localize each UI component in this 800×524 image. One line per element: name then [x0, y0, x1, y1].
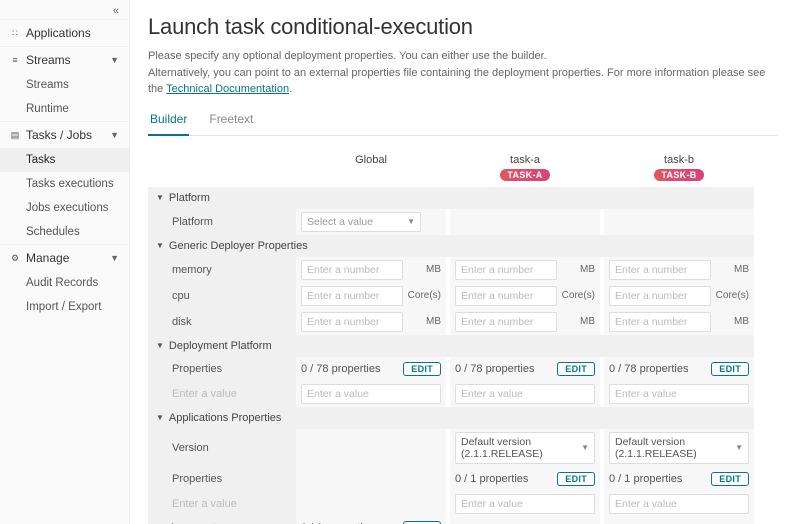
chevron-down-icon: ▼ — [110, 55, 119, 65]
label-placeholder: Enter a value — [148, 491, 296, 517]
section-platform[interactable]: ▼Platform — [148, 187, 754, 209]
disk-b-input[interactable] — [609, 312, 711, 332]
disk-a-input[interactable] — [455, 312, 557, 332]
chip-task-a: TASK-A — [500, 169, 549, 181]
cpu-global-input[interactable] — [301, 286, 403, 306]
tasks-icon: ▤ — [10, 130, 20, 140]
label-properties: Properties — [148, 357, 296, 381]
tab-builder[interactable]: Builder — [148, 108, 189, 136]
label-properties: Properties — [148, 467, 296, 491]
sidebar-label: Manage — [26, 251, 69, 265]
sidebar-item-audit[interactable]: Audit Records — [0, 271, 129, 295]
edit-button[interactable]: EDIT — [557, 362, 595, 376]
sidebar-item-schedules[interactable]: Schedules — [0, 220, 129, 244]
cpu-b-input[interactable] — [609, 286, 711, 306]
chevron-down-icon: ▼ — [110, 130, 119, 140]
chevron-down-icon: ▼ — [735, 443, 743, 452]
sidebar-item-streams-sub[interactable]: Streams — [0, 73, 129, 97]
sidebar-item-manage[interactable]: ⚙ Manage ▼ — [0, 244, 129, 271]
unit-mb: MB — [407, 264, 441, 275]
sidebar-item-tasks-sub[interactable]: Tasks — [0, 148, 129, 172]
section-args[interactable]: ▼Arguments — [148, 517, 296, 524]
section-generic[interactable]: ▼Generic Deployer Properties — [148, 235, 754, 257]
col-header-task-a: task-aTASK-A — [450, 146, 600, 187]
memory-b-input[interactable] — [609, 260, 711, 280]
edit-button[interactable]: EDIT — [557, 472, 595, 486]
intro-text: Please specify any optional deployment p… — [148, 48, 778, 98]
col-header-task-b: task-bTASK-B — [604, 146, 754, 187]
page-title: Launch task conditional-execution — [148, 14, 778, 40]
sidebar-item-tasks[interactable]: ▤ Tasks / Jobs ▼ — [0, 121, 129, 148]
memory-a-input[interactable] — [455, 260, 557, 280]
sidebar-item-tasks-exec[interactable]: Tasks executions — [0, 172, 129, 196]
chevron-down-icon: ▼ — [110, 253, 119, 263]
label-cpu: cpu — [148, 283, 296, 309]
apps-val-a[interactable] — [455, 494, 595, 514]
streams-icon: ≡ — [10, 55, 20, 65]
tabs: Builder Freetext — [148, 108, 778, 136]
label-memory: memory — [148, 257, 296, 283]
tab-freetext[interactable]: Freetext — [207, 108, 255, 135]
chevron-down-icon: ▼ — [156, 413, 164, 422]
grid-icon: ∷ — [10, 28, 20, 38]
gear-icon: ⚙ — [10, 253, 20, 263]
version-a-select[interactable]: Default version (2.1.1.RELEASE)▼ — [455, 432, 595, 464]
sidebar-collapse[interactable]: « — [0, 0, 129, 19]
deploy-val-a[interactable] — [455, 384, 595, 404]
section-deploy[interactable]: ▼Deployment Platform — [148, 335, 754, 357]
disk-global-input[interactable] — [301, 312, 403, 332]
label-disk: disk — [148, 309, 296, 335]
sidebar-item-streams[interactable]: ≡ Streams ▼ — [0, 46, 129, 73]
col-header-global: Global — [296, 146, 446, 187]
cpu-a-input[interactable] — [455, 286, 557, 306]
sidebar-label: Applications — [26, 26, 91, 40]
sidebar: « ∷ Applications ≡ Streams ▼ Streams Run… — [0, 0, 130, 524]
deploy-val-global[interactable] — [301, 384, 441, 404]
edit-button[interactable]: EDIT — [711, 362, 749, 376]
unit-cores: Core(s) — [407, 290, 441, 301]
label-version: Version — [148, 429, 296, 467]
sidebar-item-jobs-exec[interactable]: Jobs executions — [0, 196, 129, 220]
properties-grid: Global task-aTASK-A task-bTASK-B ▼Platfo… — [148, 146, 778, 524]
section-apps[interactable]: ▼Applications Properties — [148, 407, 754, 429]
version-b-select[interactable]: Default version (2.1.1.RELEASE)▼ — [609, 432, 749, 464]
chevron-down-icon: ▼ — [407, 217, 415, 226]
edit-button[interactable]: EDIT — [403, 362, 441, 376]
label-platform: Platform — [148, 209, 296, 235]
chevron-down-icon: ▼ — [156, 341, 164, 350]
docs-link[interactable]: Technical Documentation — [166, 83, 289, 95]
sidebar-item-applications[interactable]: ∷ Applications — [0, 19, 129, 46]
sidebar-label: Streams — [26, 53, 71, 67]
chevron-down-icon: ▼ — [581, 443, 589, 452]
sidebar-item-runtime[interactable]: Runtime — [0, 97, 129, 121]
main-content: Launch task conditional-execution Please… — [130, 0, 800, 524]
chevron-down-icon: ▼ — [156, 241, 164, 250]
platform-select[interactable]: Select a value▼ — [301, 212, 421, 232]
label-placeholder: Enter a value — [148, 381, 296, 407]
edit-button[interactable]: EDIT — [403, 521, 441, 524]
edit-button[interactable]: EDIT — [711, 472, 749, 486]
memory-global-input[interactable] — [301, 260, 403, 280]
deploy-val-b[interactable] — [609, 384, 749, 404]
apps-val-b[interactable] — [609, 494, 749, 514]
collapse-icon: « — [113, 5, 119, 17]
chevron-down-icon: ▼ — [156, 193, 164, 202]
sidebar-label: Tasks / Jobs — [26, 128, 92, 142]
chip-task-b: TASK-B — [654, 169, 703, 181]
sidebar-item-import-export[interactable]: Import / Export — [0, 295, 129, 319]
